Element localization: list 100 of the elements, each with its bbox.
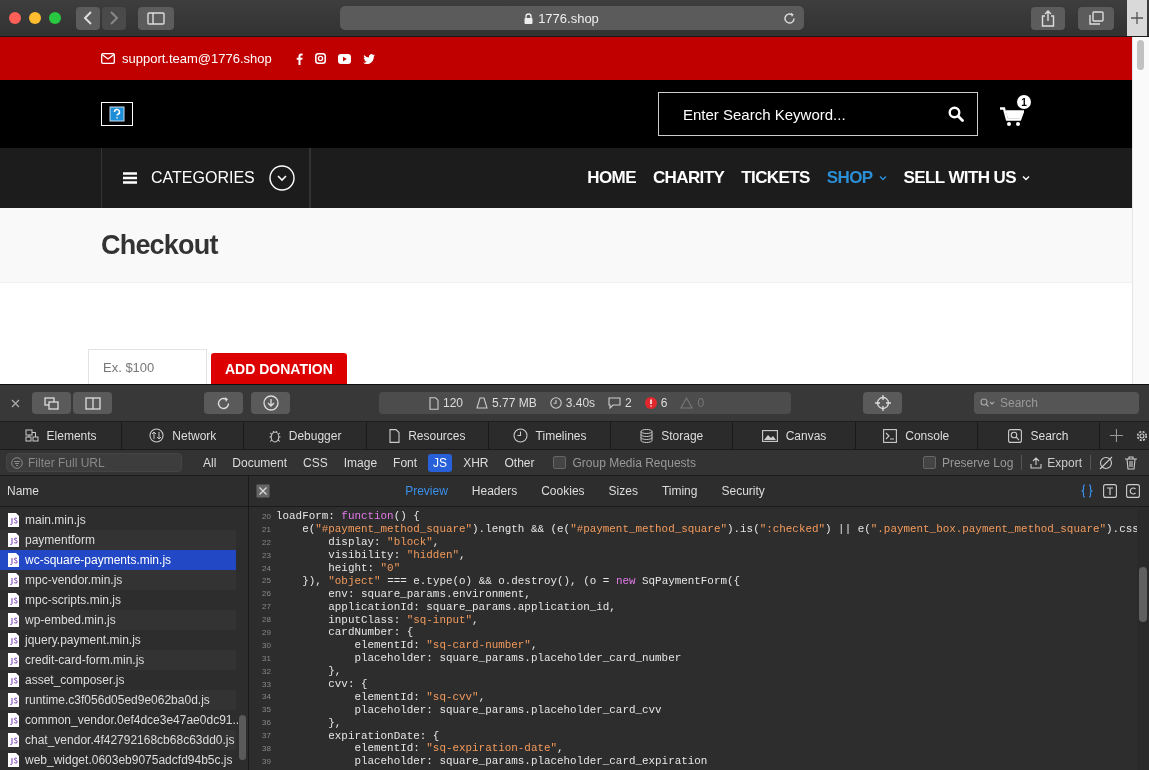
add-donation-button[interactable]: ADD DONATION bbox=[211, 353, 347, 384]
file-list-item[interactable]: wc-square-payments.min.js bbox=[0, 550, 236, 570]
nav-link[interactable]: SHOP bbox=[826, 168, 887, 188]
minimize-window-button[interactable] bbox=[29, 12, 41, 24]
bird-icon[interactable] bbox=[362, 53, 375, 64]
zoom-window-button[interactable] bbox=[49, 12, 61, 24]
close-icon[interactable] bbox=[11, 398, 20, 408]
search-field[interactable]: Enter Search Keyword... bbox=[658, 92, 978, 136]
file-list-item[interactable]: mpc-vendor.min.js bbox=[0, 570, 236, 590]
detail-tab[interactable]: Cookies bbox=[529, 484, 597, 498]
detail-tab[interactable]: Headers bbox=[459, 484, 530, 498]
share-icon bbox=[1041, 9, 1055, 27]
text-format-icon[interactable] bbox=[1103, 484, 1117, 498]
devtools-tab[interactable]: Network bbox=[122, 422, 245, 449]
bug-icon bbox=[268, 428, 281, 443]
line-number: 26 bbox=[261, 589, 272, 599]
nav-link[interactable]: TICKETS bbox=[741, 168, 810, 188]
video-play-icon[interactable] bbox=[337, 53, 351, 64]
code-line: cvv: { bbox=[327, 678, 368, 690]
sidebar-button[interactable] bbox=[138, 6, 174, 30]
search-icon[interactable] bbox=[948, 106, 964, 122]
file-list-item[interactable]: main.min.js bbox=[0, 510, 236, 530]
export-button[interactable]: Export bbox=[1030, 455, 1082, 470]
filter-field[interactable]: Filter Full URL bbox=[6, 453, 182, 472]
cart-icon[interactable] bbox=[1000, 107, 1024, 127]
address-bar[interactable]: 1776.shop bbox=[340, 6, 804, 30]
braces-icon[interactable] bbox=[1080, 484, 1094, 498]
devtools-tab[interactable]: Debugger bbox=[244, 422, 367, 449]
add-tab-icon[interactable] bbox=[1110, 429, 1124, 442]
type-filter[interactable]: Image bbox=[338, 453, 383, 472]
file-list-item[interactable]: mpc-scripts.min.js bbox=[0, 590, 236, 610]
settings-icon[interactable] bbox=[1135, 428, 1149, 443]
devtools-tab[interactable]: Storage bbox=[611, 422, 734, 449]
code-line: cardNumber: { bbox=[327, 626, 414, 639]
type-filter[interactable]: Document bbox=[227, 453, 293, 472]
detail-tab[interactable]: Security bbox=[709, 484, 777, 498]
type-filter[interactable]: Other bbox=[499, 453, 540, 472]
type-filter[interactable]: Font bbox=[388, 453, 423, 472]
devtools-tab[interactable]: Search bbox=[977, 422, 1101, 449]
code-line: display: "block", bbox=[327, 536, 440, 549]
devtools-tab[interactable]: Elements bbox=[0, 422, 123, 449]
nav-link[interactable]: HOME bbox=[587, 168, 636, 188]
nav-link[interactable]: SELL WITH US bbox=[903, 168, 1030, 188]
code-line: height: "0" bbox=[327, 562, 401, 574]
status-count[interactable]: 5.77 MB bbox=[476, 396, 537, 410]
scrollbar[interactable] bbox=[1132, 37, 1149, 384]
dock-side-button[interactable] bbox=[73, 392, 112, 414]
split-view-icon bbox=[84, 396, 101, 410]
devtools-tab[interactable]: Canvas bbox=[733, 422, 856, 449]
download-button[interactable] bbox=[251, 392, 290, 414]
file-list-item[interactable]: jquery.payment.min.js bbox=[0, 630, 236, 650]
nav-link[interactable]: CHARITY bbox=[652, 168, 725, 188]
type-filter[interactable]: CSS bbox=[298, 453, 333, 472]
type-filter[interactable]: JS bbox=[428, 453, 453, 472]
status-count[interactable]: 2 bbox=[608, 396, 632, 410]
share-button[interactable] bbox=[1031, 6, 1065, 30]
menu-icon bbox=[123, 172, 137, 184]
code-line: env: square_params.environment, bbox=[327, 587, 531, 600]
devtools-tab[interactable]: Resources bbox=[366, 422, 489, 449]
column-header[interactable]: Name bbox=[7, 484, 39, 498]
group-media-checkbox[interactable]: Group Media Requests bbox=[553, 455, 696, 470]
instagram-icon[interactable] bbox=[314, 53, 326, 64]
support-email[interactable]: support.team@1776.shop bbox=[122, 51, 272, 66]
new-tab-button[interactable] bbox=[1127, 0, 1147, 36]
donation-amount-field[interactable]: Ex. $100 bbox=[88, 349, 207, 384]
no-entry-icon[interactable] bbox=[1099, 455, 1113, 470]
js-file-icon bbox=[8, 713, 19, 727]
code-line: elementId: "sq-expiration-date", bbox=[353, 742, 564, 755]
status-count[interactable]: 120 bbox=[429, 396, 464, 410]
undock-button[interactable] bbox=[32, 392, 71, 414]
broken-image-icon[interactable] bbox=[101, 102, 133, 126]
file-list-item[interactable]: chat_vendor.4f42792168cb68c63dd0.js bbox=[0, 730, 236, 750]
preserve-log-checkbox[interactable]: Preserve Log bbox=[922, 455, 1014, 470]
file-list-item[interactable]: asset_composer.js bbox=[0, 670, 236, 690]
close-icon[interactable] bbox=[256, 484, 270, 498]
crosshair-button[interactable] bbox=[863, 392, 902, 414]
tabs-button[interactable] bbox=[1078, 6, 1114, 30]
type-filter[interactable]: All bbox=[198, 453, 222, 472]
file-list-item[interactable]: credit-card-form.min.js bbox=[0, 650, 236, 670]
reload-button[interactable] bbox=[204, 392, 243, 414]
close-window-button[interactable] bbox=[9, 12, 21, 24]
status-count[interactable]: 6 bbox=[644, 396, 668, 410]
file-list-item[interactable]: common_vendor.0ef4dce3e47ae0dc91.. bbox=[0, 710, 236, 730]
devtools-tab[interactable]: Timelines bbox=[488, 422, 612, 449]
detail-tab[interactable]: Preview bbox=[393, 484, 460, 498]
facebook-icon[interactable] bbox=[295, 52, 303, 65]
detail-tab[interactable]: Timing bbox=[649, 484, 710, 498]
trash-icon[interactable] bbox=[1125, 455, 1137, 470]
file-list-item[interactable]: paymentform bbox=[0, 530, 236, 550]
back-button[interactable] bbox=[76, 6, 100, 30]
detail-tab[interactable]: Sizes bbox=[596, 484, 650, 498]
file-list-item[interactable]: wp-embed.min.js bbox=[0, 610, 236, 630]
terminal-icon bbox=[883, 428, 898, 443]
search-field[interactable]: Search bbox=[974, 392, 1139, 414]
devtools-tab[interactable]: Console bbox=[855, 422, 978, 449]
type-filter[interactable]: XHR bbox=[458, 453, 494, 472]
file-list-item[interactable]: web_widget.0603eb9075adcfd94b5c.js bbox=[0, 750, 236, 770]
file-list-item[interactable]: runtime.c3f056d05ed9e062ba0d.js bbox=[0, 690, 236, 710]
status-count[interactable]: 3.40s bbox=[549, 396, 596, 410]
reload-icon[interactable] bbox=[783, 11, 796, 25]
